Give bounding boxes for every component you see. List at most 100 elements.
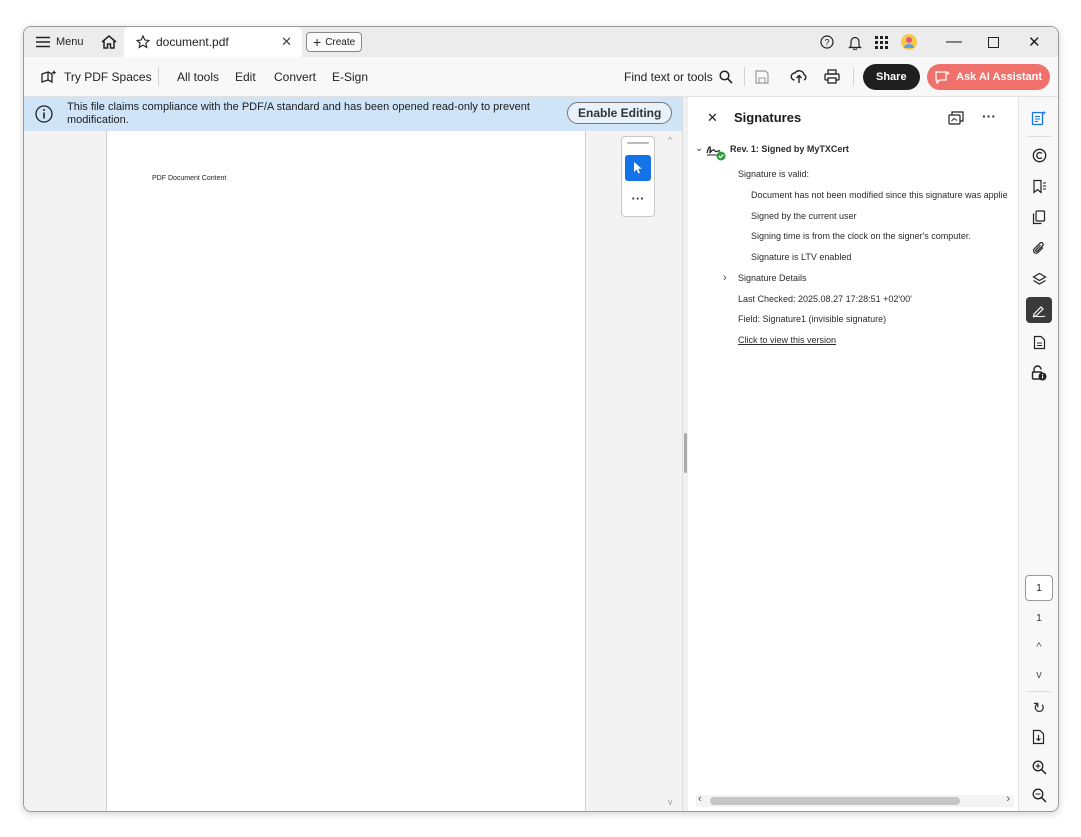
floating-tool-palette: ···: [621, 136, 655, 217]
page-content-text: PDF Document Content: [152, 175, 227, 182]
find-text-button[interactable]: Find text or tools: [624, 57, 733, 96]
spaces-icon: [40, 69, 58, 85]
revision-label[interactable]: Rev. 1: Signed by MyTXCert: [730, 144, 849, 154]
rotate-icon[interactable]: ↻: [1019, 695, 1058, 721]
signatures-panel-button[interactable]: [1019, 296, 1058, 324]
close-tab-icon[interactable]: ✕: [281, 34, 292, 50]
panel-horizontal-scrollbar[interactable]: ‹ ›: [696, 793, 1014, 807]
ai-summary-icon[interactable]: [1019, 105, 1058, 131]
toolbar-divider: [853, 67, 854, 86]
rail-divider: [1027, 136, 1051, 137]
star-icon[interactable]: [136, 35, 150, 49]
panel-more-icon[interactable]: ···: [982, 108, 996, 124]
menu-label: Menu: [56, 36, 84, 48]
home-icon: [100, 34, 118, 50]
edit-label: Edit: [235, 69, 256, 84]
signature-options-icon[interactable]: [948, 110, 966, 126]
total-pages: 1: [1036, 612, 1042, 624]
signature-valid-icon: [706, 141, 726, 161]
edit-button[interactable]: Edit: [235, 57, 256, 96]
ai-chat-icon: [935, 70, 951, 84]
all-tools-button[interactable]: All tools: [177, 57, 219, 96]
previous-page-icon[interactable]: ^: [1019, 634, 1058, 660]
signature-pen-icon: [1026, 297, 1052, 323]
select-tool-button[interactable]: [625, 155, 651, 181]
main-toolbar: Try PDF Spaces All tools Edit Convert E-…: [24, 57, 1058, 97]
signature-valid-text: Signature is valid:: [738, 169, 810, 179]
zoom-out-icon[interactable]: [1019, 782, 1058, 808]
page-export-icon[interactable]: [1019, 724, 1058, 750]
all-tools-label: All tools: [177, 69, 220, 84]
collapse-revision-icon[interactable]: ⌄: [695, 143, 703, 154]
scroll-right-icon[interactable]: ›: [1006, 793, 1010, 805]
pdf-page[interactable]: PDF Document Content: [106, 131, 586, 811]
cursor-arrow-icon: [633, 161, 643, 174]
document-viewport[interactable]: PDF Document Content ···: [24, 131, 682, 811]
minimize-icon[interactable]: —: [946, 27, 962, 57]
rail-divider: [1027, 691, 1051, 692]
toolbar-divider: [158, 67, 159, 86]
plus-icon: +: [313, 34, 322, 50]
tab-title: document.pdf: [156, 35, 229, 49]
tab-document[interactable]: document.pdf ✕: [124, 27, 302, 57]
scroll-up-icon[interactable]: ^: [668, 135, 672, 145]
maximize-icon[interactable]: [988, 27, 999, 57]
search-icon: [719, 69, 733, 84]
home-button[interactable]: [100, 27, 118, 57]
splitter-handle[interactable]: [684, 433, 687, 473]
panel-title: Signatures: [734, 110, 802, 125]
signatures-panel: ✕ Signatures ··· ⌄ Rev. 1: Signed by MyT…: [688, 97, 1018, 811]
next-page-icon[interactable]: v: [1019, 662, 1058, 688]
try-pdf-spaces-button[interactable]: Try PDF Spaces: [40, 57, 152, 96]
more-tools-icon[interactable]: ···: [622, 191, 654, 206]
ask-ai-assistant-button[interactable]: Ask AI Assistant: [927, 57, 1050, 96]
detail-line: Signed by the current user: [751, 211, 857, 221]
share-button[interactable]: Share: [863, 57, 920, 96]
detail-line: Document has not been modified since thi…: [751, 190, 1008, 200]
document-scrollbar[interactable]: ^ v: [664, 131, 682, 811]
ask-ai-label: Ask AI Assistant: [956, 70, 1042, 83]
signature-details-label[interactable]: Signature Details: [738, 273, 807, 283]
banner-message: This file claims compliance with the PDF…: [67, 101, 530, 126]
expand-details-icon[interactable]: ›: [723, 272, 727, 284]
enable-editing-button[interactable]: Enable Editing: [567, 102, 673, 124]
attachment-icon[interactable]: [1019, 235, 1058, 261]
bookmark-icon[interactable]: [1019, 173, 1058, 199]
page-number-input[interactable]: 1: [1025, 575, 1053, 601]
close-panel-icon[interactable]: ✕: [707, 110, 718, 126]
drag-handle[interactable]: [627, 142, 649, 144]
comment-icon[interactable]: [1019, 142, 1058, 168]
pages-icon[interactable]: [1019, 204, 1058, 230]
pdfa-banner: This file claims compliance with the PDF…: [24, 97, 682, 131]
apps-grid-icon[interactable]: [875, 27, 888, 57]
window-close-icon[interactable]: ✕: [1028, 27, 1041, 57]
zoom-in-icon[interactable]: [1019, 754, 1058, 780]
bell-icon[interactable]: [848, 27, 862, 57]
save-icon[interactable]: [755, 57, 769, 96]
upload-cloud-icon[interactable]: [790, 57, 808, 96]
print-icon[interactable]: [824, 57, 840, 96]
hamburger-icon: [36, 36, 50, 48]
e-sign-button[interactable]: E-Sign: [332, 57, 368, 96]
document-properties-icon[interactable]: [1019, 329, 1058, 355]
scroll-left-icon[interactable]: ‹: [698, 793, 702, 805]
detail-line: Signature is LTV enabled: [751, 252, 852, 262]
view-version-link[interactable]: Click to view this version: [738, 335, 836, 345]
app-window: Menu document.pdf ✕ + Create ? — ✕ Try P…: [23, 26, 1059, 812]
try-pdf-spaces-label: Try PDF Spaces: [64, 69, 152, 84]
scroll-down-icon[interactable]: v: [668, 797, 673, 807]
last-checked-text: Last Checked: 2025.08.27 17:28:51 +02'00…: [738, 294, 912, 304]
convert-button[interactable]: Convert: [274, 57, 316, 96]
create-button[interactable]: + Create: [306, 27, 363, 57]
menu-button[interactable]: Menu: [36, 27, 84, 57]
detail-line: Signing time is from the clock on the si…: [751, 231, 971, 241]
layers-icon[interactable]: [1019, 266, 1058, 292]
scroll-thumb[interactable]: [710, 797, 960, 805]
convert-label: Convert: [274, 69, 317, 84]
toolbar-divider: [744, 67, 745, 86]
avatar[interactable]: [900, 27, 918, 57]
share-label: Share: [863, 63, 920, 90]
help-icon[interactable]: ?: [820, 27, 834, 57]
title-bar: Menu document.pdf ✕ + Create ? — ✕: [24, 27, 1058, 57]
security-info-icon[interactable]: [1019, 360, 1058, 386]
